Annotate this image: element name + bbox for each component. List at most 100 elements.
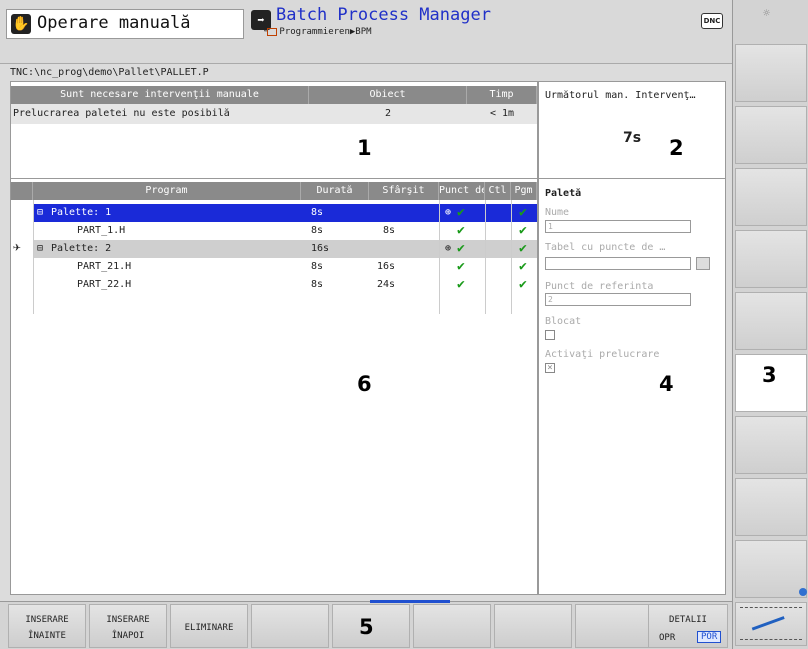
breadcrumb: └ Programmieren▶BPM <box>262 27 372 37</box>
col-header-ref-point: Punct de ref. <box>439 182 485 200</box>
annotation-4: 4 <box>659 372 674 396</box>
divider <box>11 178 537 179</box>
ref-table-field[interactable] <box>545 257 691 270</box>
ref-point-field[interactable]: 2 <box>545 293 691 306</box>
softkey-row-icon <box>740 607 802 610</box>
table-row[interactable]: ⊟ Palette: 2 16s ⊕ ✔ ✔ <box>33 240 537 258</box>
delete-button[interactable]: ELIMINARE <box>170 604 248 648</box>
program-duration: 16s <box>311 243 330 254</box>
program-duration: 8s <box>311 207 324 218</box>
sun-icon: ☼ <box>763 6 771 20</box>
right-panel: Următorul man. Intervenţ… 7s 2 Paletă Nu… <box>538 81 726 595</box>
program-end: 8s <box>383 225 396 236</box>
empty-softkey[interactable] <box>413 604 491 648</box>
table-row[interactable]: ⊟ Palette: 1 8s ⊕ ✔ ✔ <box>33 204 537 222</box>
name-field[interactable]: 1 <box>545 220 691 233</box>
insert-after-label-2: ÎNAPOI <box>111 631 145 641</box>
pgm-check-icon: ✔ <box>519 205 527 220</box>
vertical-softkey[interactable] <box>735 44 807 102</box>
insert-before-label-2: ÎNAINTE <box>28 631 66 641</box>
por-label: POR <box>697 631 722 643</box>
operating-mode-title: Operare manuală <box>37 13 191 33</box>
opr-label: OPR <box>659 633 676 643</box>
program-name: Palette: 1 <box>51 207 112 218</box>
help-icon[interactable] <box>799 588 807 596</box>
annotation-6: 6 <box>357 372 372 396</box>
program-end: 24s <box>377 279 396 290</box>
pgm-check-icon: ✔ <box>519 259 527 274</box>
top-bar: ✋ Operare manuală ➡ Batch Process Manage… <box>0 0 732 64</box>
activate-checkbox[interactable]: × <box>545 363 555 373</box>
softkey-page-indicator <box>370 600 450 603</box>
main-panel: Sunt necesare intervenţii manuale Obiect… <box>10 81 538 595</box>
vertical-softkey[interactable] <box>735 292 807 350</box>
vertical-softkey[interactable]: 3 <box>735 354 807 412</box>
program-name: PART_21.H <box>77 261 132 272</box>
dnc-badge: DNC <box>701 13 723 29</box>
program-name: PART_1.H <box>77 225 126 236</box>
empty-softkey[interactable] <box>494 604 572 648</box>
insert-before-button[interactable]: INSERARE ÎNAINTE <box>8 604 86 648</box>
vertical-softkey[interactable] <box>735 230 807 288</box>
locked-label: Blocat <box>545 316 582 327</box>
browse-icon[interactable] <box>696 257 710 270</box>
program-duration: 8s <box>311 261 324 272</box>
table-row[interactable]: PART_1.H 8s 8s ✔ ✔ <box>33 222 537 240</box>
pgm-check-icon: ✔ <box>519 277 527 292</box>
grid-line <box>485 200 486 314</box>
ctl-check-icon: ✔ <box>457 205 465 220</box>
intervention-text: Prelucrarea paletei nu este posibilă <box>13 108 230 119</box>
insert-after-label-1: INSERARE <box>106 615 150 625</box>
softkey-row-icon <box>740 639 802 642</box>
annotation-5: 5 <box>359 615 374 639</box>
vertical-softkey[interactable] <box>735 478 807 536</box>
program-duration: 8s <box>311 225 324 236</box>
program-end: 16s <box>377 261 396 272</box>
intervention-time: < 1m <box>489 108 515 119</box>
intervention-row[interactable]: Prelucrarea paletei nu este posibilă 2 <… <box>11 104 537 124</box>
ctl-check-icon: ✔ <box>457 241 465 256</box>
empty-softkey[interactable] <box>575 604 653 648</box>
vertical-softkey[interactable] <box>735 168 807 226</box>
empty-softkey[interactable]: 5 <box>332 604 410 648</box>
program-name: Palette: 2 <box>51 243 112 254</box>
next-intervention-value: 7s <box>623 130 642 146</box>
col-header-ctl: Ctl <box>485 182 511 200</box>
empty-softkey[interactable] <box>251 604 329 648</box>
ctl-check-icon: ✔ <box>457 259 465 274</box>
col-header-object: Obiect <box>309 86 467 104</box>
intervention-object: 2 <box>384 108 392 119</box>
next-intervention-title: Următorul man. Intervenţ… <box>545 90 696 101</box>
insert-after-button[interactable]: INSERARE ÎNAPOI <box>89 604 167 648</box>
col-header-marker <box>11 182 33 200</box>
details-toggle-button[interactable]: DETALII OPR POR <box>648 604 728 648</box>
softkey-row-switch[interactable] <box>735 602 807 646</box>
delete-label: ELIMINARE <box>184 623 234 633</box>
grid-line <box>511 200 512 314</box>
table-row[interactable]: PART_22.H 8s 24s ✔ ✔ <box>33 276 537 294</box>
col-header-intervention: Sunt necesare intervenţii manuale <box>11 86 309 104</box>
home-icon <box>267 27 278 36</box>
ctl-check-icon: ✔ <box>457 223 465 238</box>
collapse-icon[interactable]: ⊟ <box>37 240 43 258</box>
pgm-check-icon: ✔ <box>519 223 527 238</box>
vertical-softkey[interactable] <box>735 416 807 474</box>
pallet-title: Paletă <box>545 188 582 199</box>
activate-label: Activaţi prelucrare <box>545 349 660 360</box>
col-header-duration: Durată <box>301 182 369 200</box>
ref-point-icon: ⊕ <box>445 207 452 218</box>
divider <box>539 178 725 179</box>
vertical-softkey[interactable] <box>735 540 807 598</box>
operating-mode-box[interactable]: ✋ Operare manuală <box>6 9 244 39</box>
table-row[interactable]: PART_21.H 8s 16s ✔ ✔ <box>33 258 537 276</box>
collapse-icon[interactable]: ⊟ <box>37 204 43 222</box>
locked-checkbox[interactable] <box>545 330 555 340</box>
current-pallet-icon: ✈ <box>13 240 21 255</box>
ref-table-label: Tabel cu puncte de … <box>545 242 666 253</box>
vertical-softkey[interactable] <box>735 106 807 164</box>
vertical-softkey-bar: ☼ 3 <box>732 0 808 649</box>
col-header-program: Program <box>33 182 301 200</box>
grid-line <box>33 200 34 314</box>
col-header-end: Sfârşit <box>369 182 439 200</box>
arrow-icon <box>749 609 785 631</box>
